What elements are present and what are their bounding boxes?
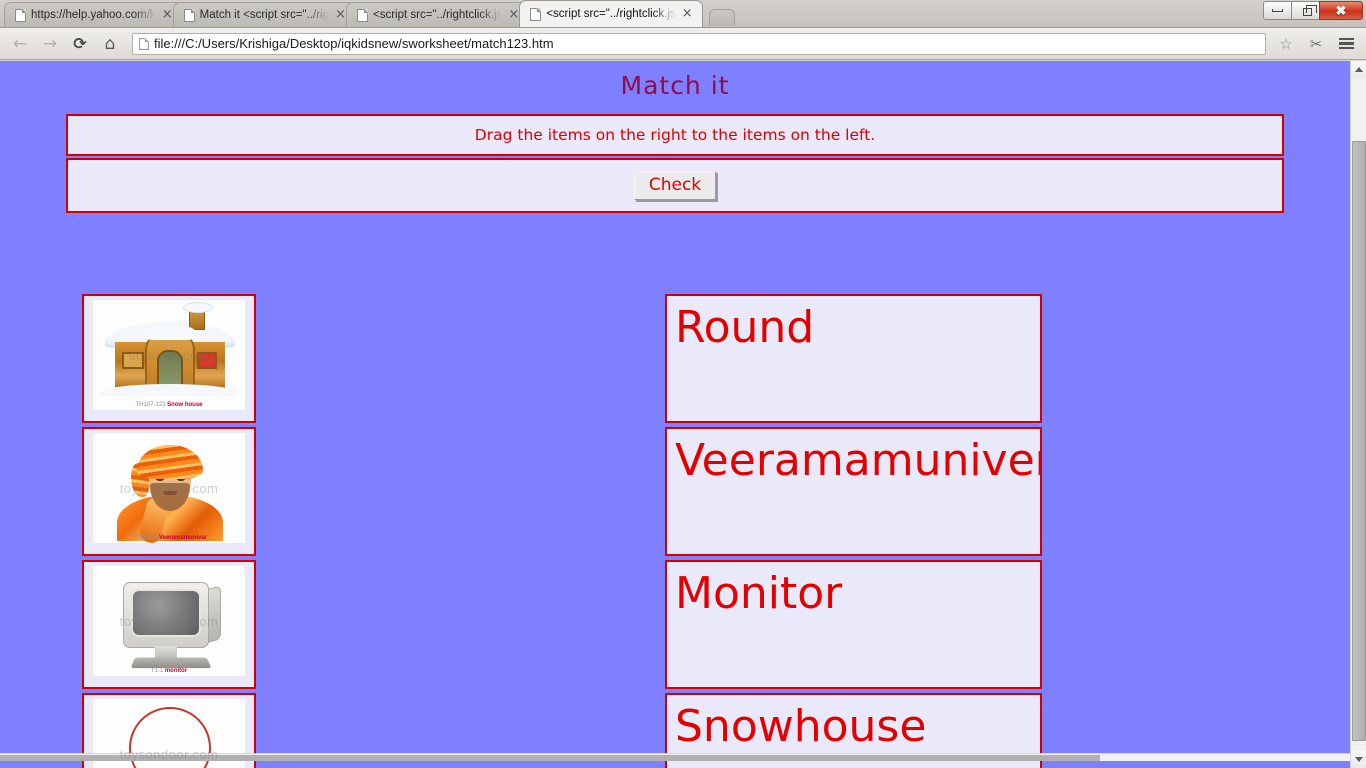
answer-item-round[interactable]: Round xyxy=(665,294,1042,423)
tab-title: Match it <script src="../rig xyxy=(199,9,329,21)
browser-tab-1[interactable]: https://help.yahoo.com/k × xyxy=(4,2,183,27)
picture-frame: toysondoor.com TP95-123 Veeramamunivar xyxy=(93,433,245,543)
answer-item-veeramamuniver[interactable]: Veeramamuniver xyxy=(665,427,1042,556)
new-tab-button[interactable] xyxy=(708,9,735,26)
minimize-button[interactable] xyxy=(1263,1,1292,20)
scroll-up-button[interactable] xyxy=(1351,61,1366,78)
page-icon xyxy=(139,37,149,50)
tab-close-icon[interactable]: × xyxy=(681,7,694,21)
picture-frame: sondoor.com TH107-123 Snow house xyxy=(93,300,245,410)
scroll-down-button[interactable] xyxy=(1351,751,1366,768)
page-icon xyxy=(183,8,195,22)
answer-column: Round Veeramamuniver Monitor Snowhouse xyxy=(665,294,1042,768)
browser-window: https://help.yahoo.com/k × Match it <scr… xyxy=(0,0,1366,768)
chevron-down-icon xyxy=(1355,757,1363,762)
scissors-icon[interactable]: ✂ xyxy=(1302,31,1330,57)
bookmark-star-icon[interactable]: ☆ xyxy=(1272,31,1300,57)
browser-toolbar: ← → ⟳ ⌂ file:///C:/Users/Krishiga/Deskto… xyxy=(0,28,1366,60)
window-controls: ✖ xyxy=(1263,1,1363,20)
caption-code: TP95-123 xyxy=(130,535,158,541)
browser-tab-3[interactable]: <script src="../rightclick.js × xyxy=(346,2,530,27)
caption-name: monitor xyxy=(164,668,188,674)
veeramamunivar-illustration xyxy=(93,433,245,543)
browser-tab-4-active[interactable]: <script src="../rightclick.js × xyxy=(519,0,703,27)
actions-panel: Check xyxy=(66,158,1284,213)
tab-title: https://help.yahoo.com/k xyxy=(31,9,156,21)
back-button[interactable]: ← xyxy=(6,31,34,57)
caption-code: TH107-123 xyxy=(135,402,166,408)
caption-name: Veeramamunivar xyxy=(159,535,208,541)
tab-close-icon[interactable]: × xyxy=(161,8,174,22)
picture-caption: T1-1 monitor xyxy=(93,668,245,674)
worksheet-page: Match it Drag the items on the right to … xyxy=(0,61,1350,768)
reload-button[interactable]: ⟳ xyxy=(66,31,94,57)
instructions-panel: Drag the items on the right to the items… xyxy=(66,114,1284,156)
panels-wrapper: Drag the items on the right to the items… xyxy=(0,114,1350,213)
address-bar-url: file:///C:/Users/Krishiga/Desktop/iqkids… xyxy=(154,36,554,51)
close-button[interactable]: ✖ xyxy=(1319,1,1363,20)
caption-code: T1-1 xyxy=(150,668,164,674)
browser-tab-2[interactable]: Match it <script src="../rig × xyxy=(172,2,356,27)
answer-item-monitor[interactable]: Monitor xyxy=(665,560,1042,689)
check-button[interactable]: Check xyxy=(633,171,717,200)
picture-column: sondoor.com TH107-123 Snow house toysond… xyxy=(82,294,256,768)
page-icon xyxy=(530,7,542,21)
horizontal-scrollbar-thumb[interactable] xyxy=(0,755,1100,761)
page-icon xyxy=(357,8,368,22)
close-icon: ✖ xyxy=(1335,3,1347,18)
caption-name: Snow house xyxy=(167,402,203,408)
address-bar[interactable]: file:///C:/Users/Krishiga/Desktop/iqkids… xyxy=(132,32,1266,55)
tab-strip: https://help.yahoo.com/k × Match it <scr… xyxy=(0,0,1366,28)
picture-caption: TH107-123 Snow house xyxy=(93,402,245,408)
restore-button[interactable] xyxy=(1291,1,1320,20)
answer-label: Round xyxy=(675,302,815,353)
vertical-scrollbar-thumb[interactable] xyxy=(1352,141,1366,741)
answer-label: Veeramamuniver xyxy=(675,435,1042,486)
answer-label: Monitor xyxy=(675,568,843,619)
page-viewport: Match it Drag the items on the right to … xyxy=(0,61,1366,768)
hamburger-icon xyxy=(1338,37,1354,50)
home-button[interactable]: ⌂ xyxy=(96,31,124,57)
minimize-icon xyxy=(1272,9,1283,12)
picture-card-monitor[interactable]: toysondoor.com T1-1 monitor xyxy=(82,560,256,689)
picture-caption: TP95-123 Veeramamunivar xyxy=(93,535,245,541)
instructions-text: Drag the items on the right to the items… xyxy=(474,126,876,144)
picture-card-snow-house[interactable]: sondoor.com TH107-123 Snow house xyxy=(82,294,256,423)
forward-button[interactable]: → xyxy=(36,31,64,57)
answer-label: Snowhouse xyxy=(675,701,927,752)
picture-frame: toysondoor.com T1-1 monitor xyxy=(93,566,245,676)
menu-button[interactable] xyxy=(1332,31,1360,57)
vertical-scrollbar[interactable] xyxy=(1350,61,1366,768)
page-title: Match it xyxy=(620,71,730,100)
chevron-up-icon xyxy=(1355,67,1363,72)
tab-title: <script src="../rightclick.js xyxy=(373,9,503,21)
restore-icon xyxy=(1302,4,1317,16)
snow-house-illustration xyxy=(93,300,245,410)
monitor-illustration xyxy=(93,566,245,676)
picture-card-veeramamunivar[interactable]: toysondoor.com TP95-123 Veeramamunivar xyxy=(82,427,256,556)
horizontal-scrollbar[interactable] xyxy=(0,753,1350,761)
page-icon xyxy=(15,8,26,22)
tab-title: <script src="../rightclick.js xyxy=(546,8,676,20)
